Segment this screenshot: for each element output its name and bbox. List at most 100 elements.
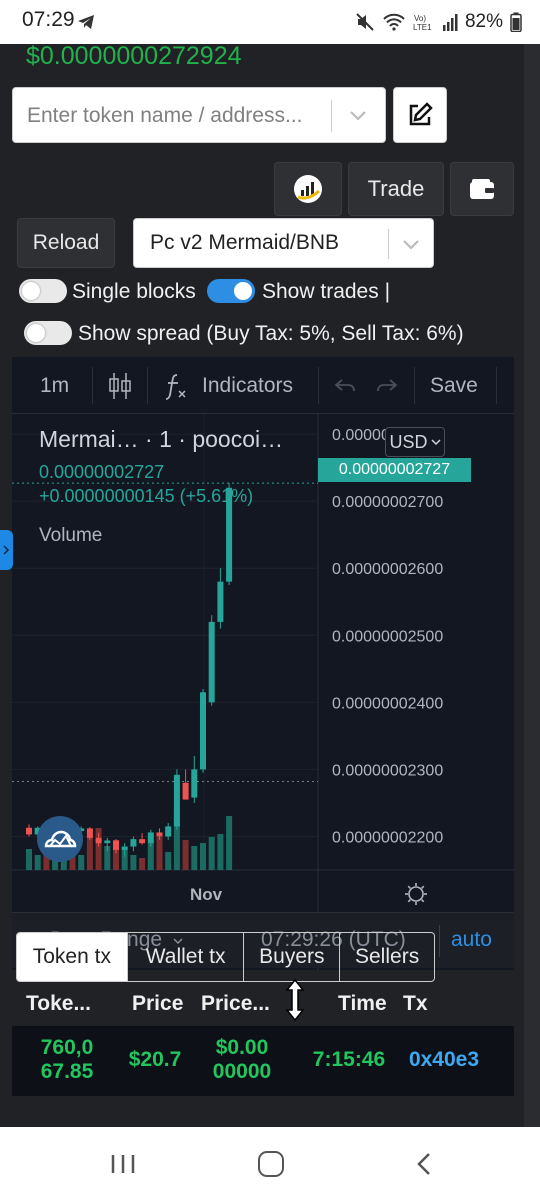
col-price[interactable]: Price (132, 992, 183, 1016)
show-trades-toggle[interactable] (207, 279, 255, 303)
col-price-per-token[interactable]: Price... (201, 992, 270, 1016)
redo-button[interactable] (376, 357, 398, 414)
interval-button[interactable]: 1m (40, 357, 69, 414)
tx-tabs: Token tx Wallet tx Buyers Sellers (16, 932, 435, 982)
volume-bar (200, 843, 206, 870)
chart-area[interactable]: 0.000000028000.000000027000.000000026000… (12, 414, 514, 970)
volume-bar (165, 852, 172, 870)
row-price-per-token: $0.00 00000 (212, 1036, 272, 1083)
currency-button[interactable]: USD (385, 427, 445, 457)
save-button[interactable]: Save (430, 357, 478, 414)
svg-text:Vo): Vo) (414, 14, 426, 23)
volume-bar (182, 840, 189, 870)
candle-body (191, 769, 198, 798)
y-tick-label: 0.00000002400 (332, 695, 443, 712)
candle-body (156, 832, 163, 837)
col-time[interactable]: Time (338, 992, 387, 1016)
candle-body (147, 832, 154, 844)
table-row[interactable]: 760,0 67.85 $20.7 $0.00 00000 7:15:46 0x… (12, 1026, 514, 1096)
page-scrollbar[interactable] (524, 44, 540, 1127)
tab-token-tx[interactable]: Token tx (17, 933, 128, 981)
chevron-down-icon (430, 439, 441, 446)
candle-body (139, 839, 146, 844)
row-tx-link[interactable]: 0x40e3 (402, 1048, 486, 1072)
home-icon[interactable] (258, 1151, 284, 1177)
search-divider (331, 100, 332, 132)
y-tick-label: 0.00000002600 (332, 561, 443, 578)
currency-label: USD (389, 431, 428, 452)
pair-select-value: Pc v2 Mermaid/BNB (150, 231, 340, 254)
candle-body (121, 846, 128, 850)
candle-body (208, 621, 215, 703)
show-trades-label: Show trades | (262, 280, 391, 303)
token-price: $0.0000000272924 (26, 44, 242, 70)
reload-button[interactable]: Reload (17, 218, 115, 268)
auto-scale-button[interactable]: auto (451, 928, 492, 952)
candle-body (217, 581, 224, 622)
chart-legend-change: +0.00000000145 (+5.61%) (39, 486, 254, 506)
token-search-input[interactable] (27, 98, 327, 134)
wallet-button[interactable] (450, 162, 514, 216)
status-icons: Vo) LTE1 82% (355, 9, 522, 35)
status-bar: 07:29 Vo) LTE1 82% (0, 0, 540, 44)
mute-icon (356, 13, 374, 31)
tab-sellers[interactable]: Sellers (340, 933, 434, 981)
volume-bar (226, 816, 233, 870)
price-chart[interactable]: 1m Indicators Save 0.00000002700 0.00000… (12, 357, 514, 970)
single-blocks-toggle[interactable] (19, 279, 67, 303)
wifi-icon (383, 13, 405, 31)
undo-button[interactable] (334, 357, 356, 414)
row-tokens: 760,0 67.85 (40, 1036, 94, 1083)
volume-bar (217, 834, 224, 870)
chevron-right-icon (3, 545, 10, 555)
signal-icon (442, 14, 458, 31)
pair-select-divider (388, 229, 389, 259)
poocoin-logo[interactable] (37, 816, 83, 862)
y-tick-label: 0.00000002300 (332, 762, 443, 779)
show-spread-label: Show spread (Buy Tax: 5%, Sell Tax: 6%) (78, 322, 464, 345)
token-search[interactable] (12, 87, 386, 143)
y-tick-label: 0.00000002200 (332, 829, 443, 846)
svg-text:LTE1: LTE1 (413, 23, 432, 32)
volume-bar (156, 837, 163, 870)
trade-button[interactable]: Trade (348, 162, 444, 216)
chevron-down-icon[interactable] (398, 231, 424, 257)
row-price: $20.7 (128, 1048, 182, 1071)
row-time: 7:15:46 (312, 1048, 386, 1071)
cloud-logo-icon (44, 830, 77, 848)
tab-wallet-tx[interactable]: Wallet tx (128, 933, 245, 981)
chart-toolbar: 1m Indicators Save (12, 357, 514, 414)
x-tick-label: Nov (190, 885, 223, 904)
pair-select[interactable]: Pc v2 Mermaid/BNB (133, 218, 434, 268)
indicators-button[interactable]: Indicators (164, 357, 293, 414)
volume-bar (26, 849, 32, 870)
telegram-icon (78, 15, 94, 29)
candle-body (86, 828, 93, 838)
chart-legend-title: Mermai… · 1 · poocoi… (39, 426, 284, 452)
chart-legend-price: 0.00000002727 (39, 462, 165, 482)
recent-apps-icon[interactable] (110, 1154, 136, 1174)
back-icon[interactable] (412, 1151, 438, 1177)
edit-button[interactable] (393, 87, 447, 143)
candle-body (104, 840, 111, 844)
single-blocks-label: Single blocks (72, 280, 196, 303)
redo-icon (377, 378, 398, 391)
charts-button[interactable] (274, 162, 342, 216)
volume-bar (147, 843, 154, 870)
candle-body (113, 840, 119, 850)
indicators-label: Indicators (202, 373, 294, 397)
volume-bar (191, 846, 198, 870)
col-tx[interactable]: Tx (403, 992, 428, 1016)
show-spread-toggle[interactable] (24, 321, 72, 345)
chevron-down-icon[interactable] (345, 102, 371, 128)
candle-type-button[interactable] (108, 357, 132, 414)
tab-buyers[interactable]: Buyers (244, 933, 341, 981)
col-tokens[interactable]: Toke... (26, 992, 91, 1016)
side-panel-handle[interactable] (0, 530, 13, 570)
settings-gear-icon[interactable] (405, 883, 427, 905)
candle-body (26, 827, 32, 835)
volume-bar (130, 855, 137, 870)
volume-bar (86, 837, 93, 870)
tx-table-header: Toke... Price Price... Time Tx (0, 992, 524, 1022)
undo-icon (334, 378, 355, 391)
